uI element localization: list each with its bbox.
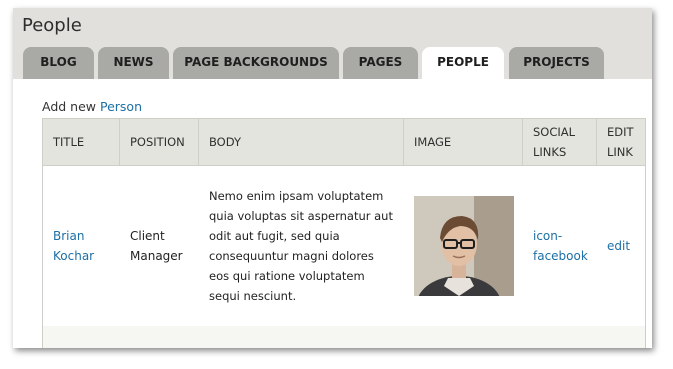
add-new-prefix: Add new [42, 99, 97, 114]
tab-people[interactable]: PEOPLE [422, 47, 504, 80]
cell-image [404, 166, 523, 326]
page-title: People [22, 15, 82, 36]
cell-body: Nemo enim ipsam voluptatem quia voluptas… [199, 166, 404, 326]
app-window: People BLOG NEWS PAGE BACKGROUNDS PAGES … [13, 8, 652, 348]
tab-news[interactable]: NEWS [98, 47, 169, 79]
col-body-header[interactable]: BODY [199, 119, 404, 165]
tab-pages[interactable]: PAGES [343, 47, 418, 79]
col-position-header[interactable]: POSITION [120, 119, 199, 165]
facebook-link[interactable]: icon-facebook [533, 226, 597, 266]
person-photo [414, 196, 514, 296]
edit-link[interactable]: edit [607, 236, 630, 256]
people-table: TITLE POSITION BODY IMAGE SOCIAL LINKS E… [42, 118, 646, 348]
cell-position: Client Manager [130, 229, 183, 263]
add-new-line: Add new Person [42, 99, 142, 114]
col-edit-link-header[interactable]: EDIT LINK [597, 119, 647, 165]
cell-title: Brian Kochar [43, 166, 120, 326]
add-person-link[interactable]: Person [100, 99, 142, 114]
cell-edit-link: edit [597, 166, 647, 326]
cell-social-links: icon-facebook [523, 166, 597, 326]
table-row: Brian Kochar Client Manager Nemo enim ip… [43, 166, 645, 326]
col-image-header[interactable]: IMAGE [404, 119, 523, 165]
tab-projects[interactable]: PROJECTS [509, 47, 604, 79]
table-header: TITLE POSITION BODY IMAGE SOCIAL LINKS E… [43, 119, 645, 166]
col-title-header[interactable]: TITLE [43, 119, 120, 165]
person-title-link[interactable]: Brian Kochar [53, 226, 120, 266]
tab-page-backgrounds[interactable]: PAGE BACKGROUNDS [173, 47, 339, 79]
col-social-links-header[interactable]: SOCIAL LINKS [523, 119, 597, 165]
person-photo-illustration [414, 196, 514, 296]
body-text: Nemo enim ipsam voluptatem quia voluptas… [209, 189, 393, 303]
tab-blog[interactable]: BLOG [23, 47, 94, 79]
